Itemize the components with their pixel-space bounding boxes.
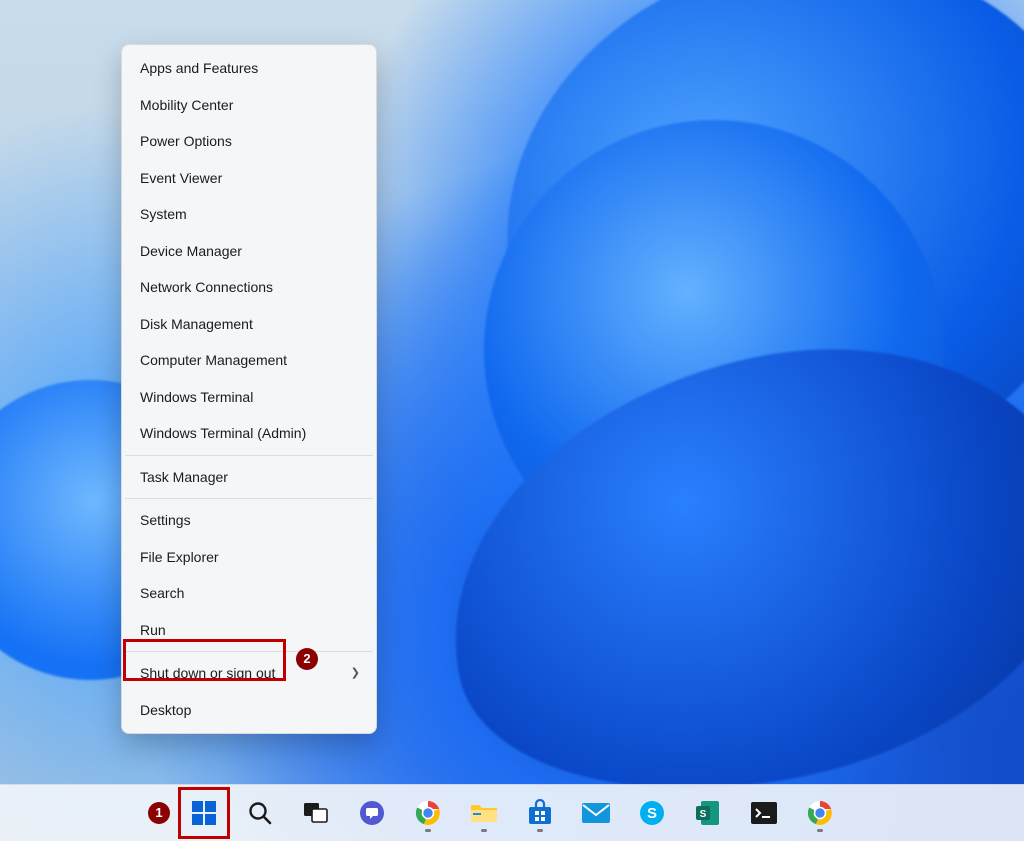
terminal-icon xyxy=(750,801,778,825)
menu-item-windows-terminal-admin[interactable]: Windows Terminal (Admin) xyxy=(124,415,374,452)
svg-text:S: S xyxy=(647,805,657,822)
taskbar: S S xyxy=(0,784,1024,841)
menu-item-system[interactable]: System xyxy=(124,196,374,233)
menu-item-computer-management[interactable]: Computer Management xyxy=(124,342,374,379)
menu-item-power-options[interactable]: Power Options xyxy=(124,123,374,160)
taskbar-terminal-button[interactable] xyxy=(742,791,786,835)
svg-text:S: S xyxy=(700,809,707,820)
taskbar-chrome-button[interactable] xyxy=(406,791,450,835)
taskbar-active-indicator xyxy=(537,829,543,832)
chrome-icon xyxy=(806,799,834,827)
chat-icon xyxy=(358,799,386,827)
taskbar-file-explorer-button[interactable] xyxy=(462,791,506,835)
taskbar-store-button[interactable] xyxy=(518,791,562,835)
task-view-icon xyxy=(303,802,329,824)
menu-item-mobility-center[interactable]: Mobility Center xyxy=(124,87,374,124)
menu-separator xyxy=(125,498,373,499)
menu-item-device-manager[interactable]: Device Manager xyxy=(124,233,374,270)
windows-start-icon xyxy=(190,799,218,827)
taskbar-sway-button[interactable]: S xyxy=(686,791,730,835)
taskbar-active-indicator xyxy=(425,829,431,832)
menu-item-network-connections[interactable]: Network Connections xyxy=(124,269,374,306)
chrome-icon xyxy=(414,799,442,827)
file-explorer-icon xyxy=(469,800,499,826)
taskbar-chrome-alt-button[interactable] xyxy=(798,791,842,835)
taskbar-active-indicator xyxy=(481,829,487,832)
taskbar-skype-button[interactable]: S xyxy=(630,791,674,835)
mail-icon xyxy=(581,801,611,825)
chevron-right-icon: ❯ xyxy=(351,655,360,692)
menu-separator xyxy=(125,651,373,652)
store-icon xyxy=(526,799,554,827)
menu-item-search[interactable]: Search xyxy=(124,575,374,612)
menu-item-disk-management[interactable]: Disk Management xyxy=(124,306,374,343)
skype-icon: S xyxy=(638,799,666,827)
menu-item-event-viewer[interactable]: Event Viewer xyxy=(124,160,374,197)
taskbar-start-button[interactable] xyxy=(182,791,226,835)
taskbar-mail-button[interactable] xyxy=(574,791,618,835)
search-icon xyxy=(247,800,273,826)
menu-item-settings[interactable]: Settings xyxy=(124,502,374,539)
menu-item-apps-and-features[interactable]: Apps and Features xyxy=(124,50,374,87)
menu-item-windows-terminal[interactable]: Windows Terminal xyxy=(124,379,374,416)
sway-icon: S xyxy=(695,799,721,827)
menu-item-task-manager[interactable]: Task Manager xyxy=(124,459,374,496)
taskbar-chat-button[interactable] xyxy=(350,791,394,835)
menu-separator xyxy=(125,455,373,456)
start-context-menu: Apps and Features Mobility Center Power … xyxy=(121,44,377,734)
menu-item-desktop[interactable]: Desktop xyxy=(124,692,374,729)
menu-item-run[interactable]: Run xyxy=(124,612,374,649)
taskbar-search-button[interactable] xyxy=(238,791,282,835)
taskbar-task-view-button[interactable] xyxy=(294,791,338,835)
menu-item-file-explorer[interactable]: File Explorer xyxy=(124,539,374,576)
menu-item-shutdown-signout[interactable]: Shut down or sign out ❯ xyxy=(124,655,374,692)
taskbar-active-indicator xyxy=(817,829,823,832)
